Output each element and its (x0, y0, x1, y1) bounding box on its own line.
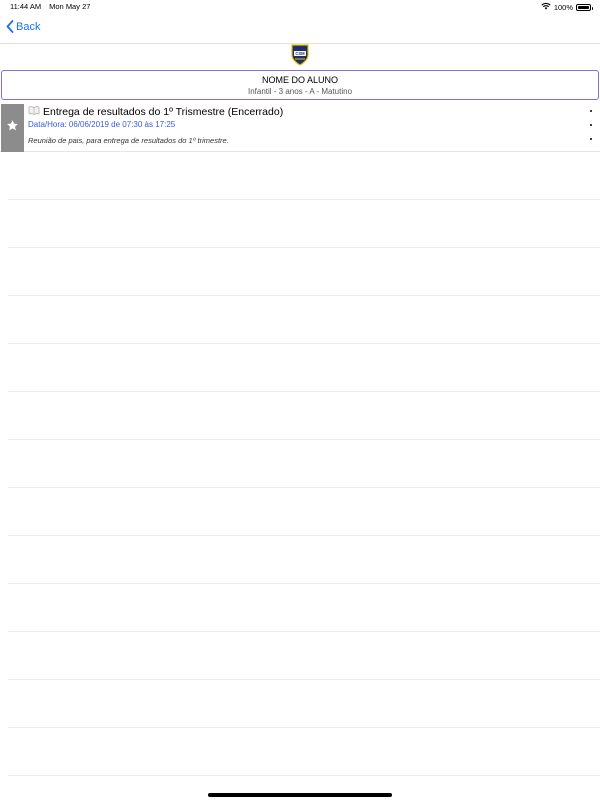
empty-list-row (8, 680, 600, 728)
chevron-left-icon (6, 20, 14, 33)
back-label: Back (16, 20, 41, 33)
empty-list-row (8, 488, 600, 536)
empty-list-row (8, 200, 600, 248)
empty-list-row (8, 296, 600, 344)
battery-level (578, 5, 589, 9)
home-indicator[interactable] (208, 793, 392, 797)
battery-icon (576, 3, 593, 11)
school-logo: CSM (290, 43, 310, 72)
favorite-toggle[interactable] (1, 104, 24, 152)
book-icon (28, 106, 40, 118)
status-time: 11:44 AM (10, 2, 42, 11)
event-datetime: Data/Hora: 06/06/2019 de 07:30 às 17:25 (28, 120, 176, 129)
empty-list-row (8, 536, 600, 584)
status-date: Mon May 27 (49, 2, 91, 11)
school-logo-container: CSM (0, 43, 600, 72)
navigation-bar: Back (0, 14, 600, 44)
more-options-icon[interactable] (590, 110, 592, 140)
empty-list-row (8, 344, 600, 392)
events-list: Entrega de resultados do 1º Trismestre (… (0, 104, 600, 776)
empty-list-row (8, 440, 600, 488)
empty-list-row (8, 728, 600, 776)
empty-list-row (8, 152, 600, 200)
battery-percent: 100% (553, 2, 573, 12)
student-class-info: Infantil - 3 anos - A - Matutino (247, 87, 353, 96)
logo-text: CSM (295, 51, 305, 56)
status-bar: 11:44 AM Mon May 27 100% (0, 0, 600, 14)
empty-list-row (8, 248, 600, 296)
empty-list-row (8, 392, 600, 440)
student-header: NOME DO ALUNO Infantil - 3 anos - A - Ma… (1, 70, 599, 100)
star-icon (6, 119, 19, 137)
event-description: Reunião de pais, para entrega de resulta… (28, 136, 229, 145)
wifi-icon (541, 2, 551, 12)
event-title: Entrega de resultados do 1º Trismestre (… (43, 106, 284, 118)
back-button[interactable]: Back (6, 20, 40, 33)
student-name: NOME DO ALUNO (261, 75, 338, 85)
empty-list-row (8, 632, 600, 680)
event-row[interactable]: Entrega de resultados do 1º Trismestre (… (0, 104, 600, 152)
empty-list-row (8, 584, 600, 632)
